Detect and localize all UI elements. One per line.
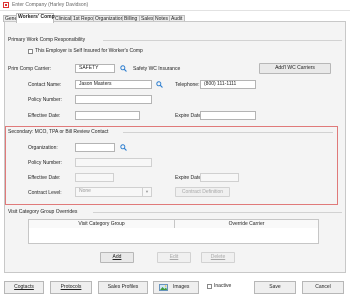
- inactive-checkbox[interactable]: [207, 284, 212, 289]
- edit-button-label: Edit: [169, 254, 179, 260]
- primary-divider: [103, 40, 342, 41]
- save-button[interactable]: Save: [254, 281, 296, 294]
- secondary-policy-input[interactable]: [75, 158, 152, 167]
- secondary-policy-label: Policy Number:: [28, 160, 62, 166]
- protocols-button[interactable]: Protocols: [50, 281, 92, 294]
- cancel-button[interactable]: Cancel: [302, 281, 344, 294]
- expire-date-label: Expire Date:: [175, 113, 203, 119]
- visit-override-table-body[interactable]: [28, 228, 319, 244]
- delete-button-label: Delete: [210, 254, 226, 260]
- window-title: Enter Company (Harley Davidson): [12, 2, 89, 8]
- policy-number-label: Policy Number:: [28, 97, 62, 103]
- delete-button[interactable]: Delete: [201, 252, 235, 263]
- policy-number-input[interactable]: [75, 95, 152, 104]
- secondary-divider: [123, 132, 333, 133]
- contact-name-input[interactable]: Jason Masters: [75, 80, 152, 89]
- effective-date-label: Effective Date:: [28, 113, 61, 119]
- secondary-effective-input[interactable]: [75, 173, 114, 182]
- title-bar: Enter Company (Harley Davidson): [0, 0, 350, 11]
- contract-level-select[interactable]: None ▼: [75, 187, 152, 197]
- prim-carrier-input[interactable]: SAFETY: [75, 64, 115, 73]
- contact-name-label: Contact Name:: [28, 82, 62, 88]
- cogtacts-button[interactable]: Cogtacts: [4, 281, 44, 294]
- telephone-label: Telephone:: [175, 82, 200, 88]
- carrier-name-text: Safety WC Insurance: [133, 66, 181, 72]
- addl-wc-carriers-button[interactable]: Add'l WC Carriers: [259, 63, 331, 74]
- contact-search-icon[interactable]: [156, 81, 163, 88]
- protocols-label: Protocols: [60, 284, 82, 290]
- images-label: Images: [173, 284, 190, 290]
- telephone-input[interactable]: (800) 111-1111: [200, 80, 256, 89]
- images-icon: [159, 284, 168, 291]
- prim-carrier-label: Prim Comp Carrier:: [8, 66, 52, 72]
- contract-definition-button[interactable]: Contract Definition: [175, 187, 230, 197]
- organization-search-icon[interactable]: [120, 144, 127, 151]
- organization-label: Organization:: [28, 145, 58, 151]
- primary-heading: Primary Work Comp Responsibility: [8, 37, 86, 43]
- tab-label: Workers' Comp: [18, 14, 55, 20]
- self-insured-checkbox[interactable]: [28, 49, 33, 54]
- add-button[interactable]: Add: [100, 252, 134, 263]
- secondary-effective-label: Effective Date:: [28, 175, 61, 181]
- contract-level-label: Contract Level:: [28, 190, 62, 196]
- secondary-heading: Secondary: MCO, TPA or Bill Review Conta…: [8, 129, 109, 135]
- images-button[interactable]: Images: [153, 281, 199, 294]
- sales-profiles-label: Sales Profiles: [107, 284, 139, 290]
- app-icon: [3, 2, 9, 8]
- self-insured-label: This Employer is Self Insured for Worker…: [35, 48, 143, 54]
- inactive-label: Inactive: [214, 283, 232, 289]
- secondary-expire-label: Expire Date:: [175, 175, 203, 181]
- contract-level-value: None: [79, 188, 91, 194]
- organization-input[interactable]: [75, 143, 115, 152]
- chevron-down-icon: ▼: [142, 188, 151, 196]
- visit-divider: [93, 212, 342, 213]
- carrier-search-icon[interactable]: [120, 65, 127, 72]
- tab-workers-comp[interactable]: Workers' Comp: [16, 13, 55, 23]
- expire-date-input[interactable]: [200, 111, 256, 120]
- visit-heading: Visit Category Group Overrides: [8, 209, 78, 215]
- edit-button[interactable]: Edit: [157, 252, 191, 263]
- cogtacts-label: Cogtacts: [14, 284, 34, 290]
- sales-profiles-button[interactable]: Sales Profiles: [98, 281, 148, 294]
- add-button-label: Add: [112, 254, 122, 260]
- effective-date-input[interactable]: [75, 111, 140, 120]
- secondary-expire-input[interactable]: [200, 173, 239, 182]
